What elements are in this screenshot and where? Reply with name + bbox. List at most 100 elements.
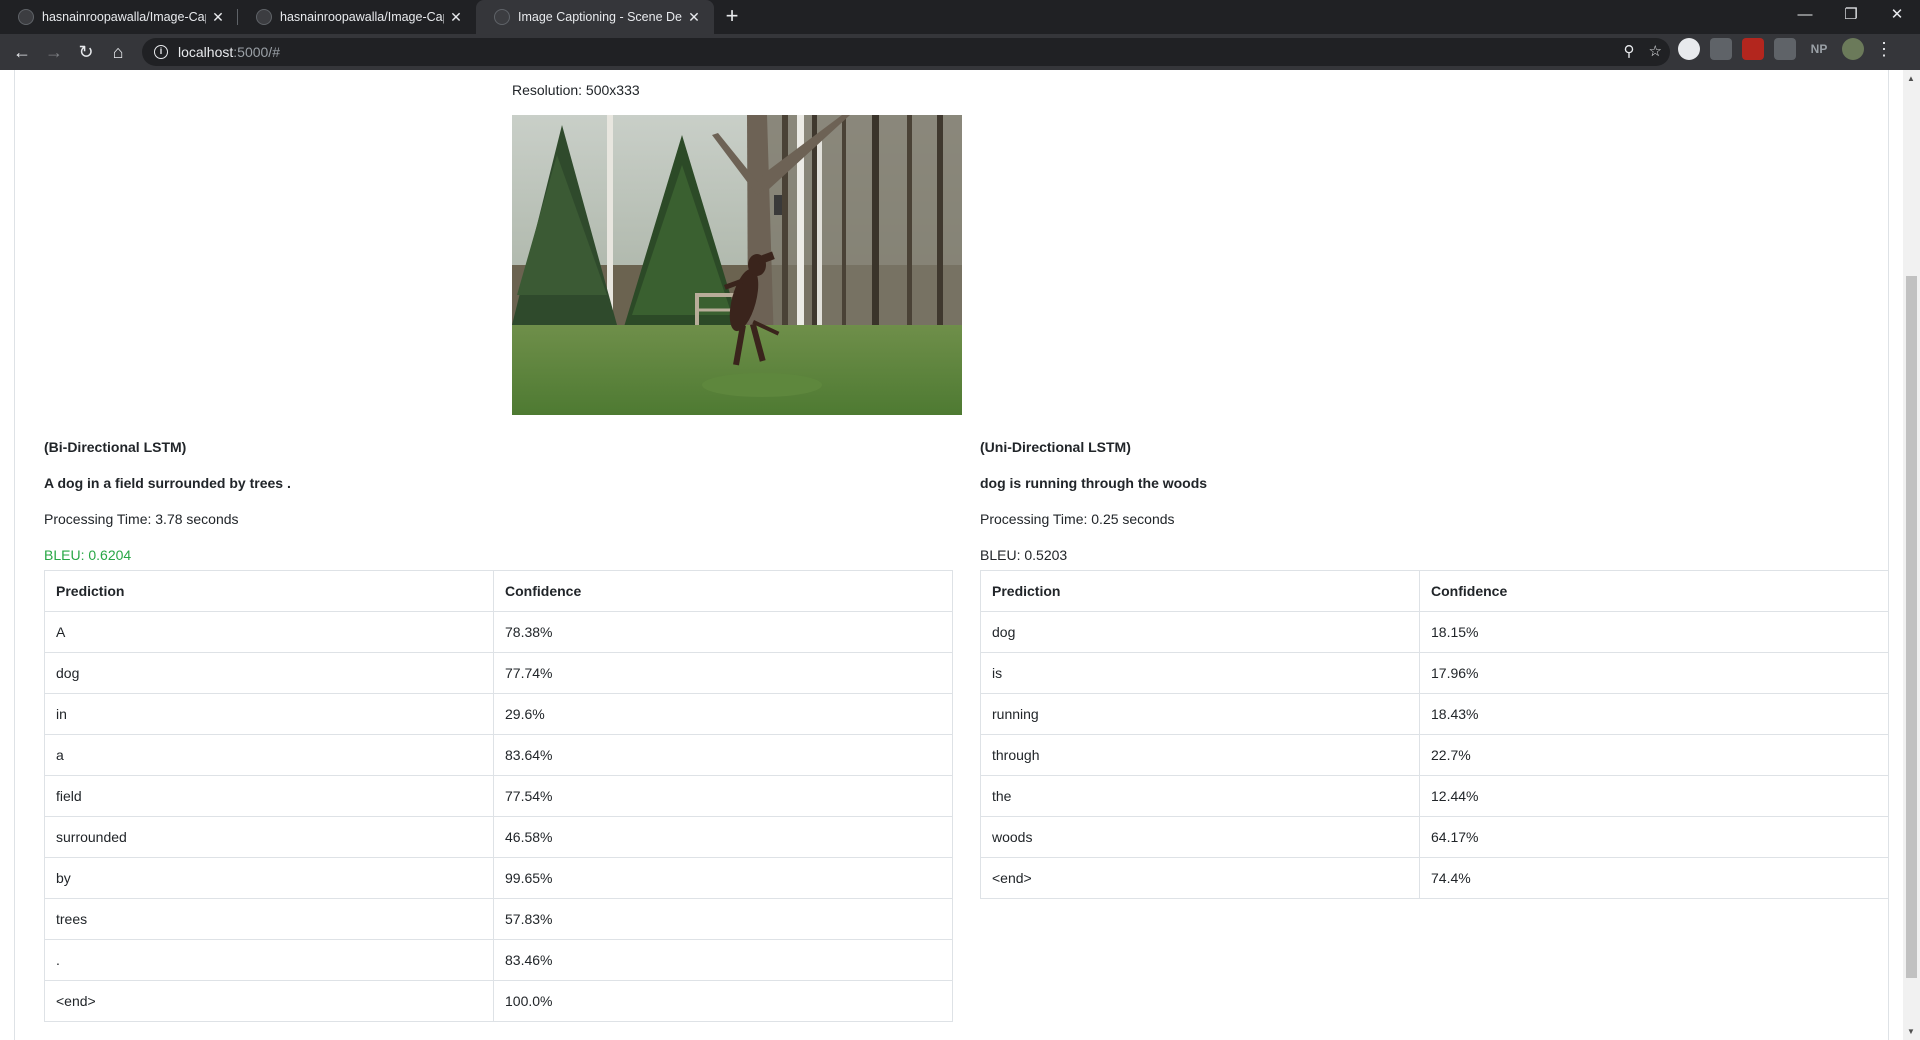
github-icon [256,9,272,25]
prediction-cell: is [980,652,1420,694]
close-icon[interactable]: ✕ [210,9,226,25]
ublock-icon[interactable] [1742,38,1764,60]
tab-title: hasnainroopawalla/Image-Captic [42,10,206,24]
table-header-row: Prediction Confidence [44,570,953,612]
confidence-cell: 78.38% [493,611,953,653]
confidence-cell: 46.58% [493,816,953,858]
browser-toolbar: ← → ↻ ⌂ i localhost:5000/# ⚲ ☆ NP ⋮ [0,34,1920,70]
page-viewport: Resolution: 500x333 (Bi-Directional LSTM… [0,70,1920,1040]
table-row: through 22.7% [980,734,1889,776]
new-tab-button[interactable]: + [714,0,750,34]
scrollbar-thumb[interactable] [1906,276,1917,978]
table-row: A 78.38% [44,611,953,653]
bookmark-star-icon[interactable]: ☆ [1649,42,1662,60]
url-path: :5000/# [233,44,280,60]
profile-avatar[interactable] [1842,38,1864,60]
np-extension-icon[interactable]: NP [1806,38,1832,60]
scroll-down-arrow-icon[interactable]: ▼ [1907,1027,1915,1036]
reload-icon[interactable]: ↻ [70,36,102,68]
confidence-cell: 64.17% [1419,816,1889,858]
confidence-cell: 100.0% [493,980,953,1022]
confidence-cell: 12.44% [1419,775,1889,817]
processing-time: Processing Time: 3.78 seconds [44,511,239,527]
column-header-prediction: Prediction [44,570,494,612]
prediction-cell: . [44,939,494,981]
confidence-cell: 29.6% [493,693,953,735]
tab-title: hasnainroopawalla/Image-Captic [280,10,444,24]
processing-time: Processing Time: 0.25 seconds [980,511,1175,527]
prediction-cell: <end> [980,857,1420,899]
column-header-prediction: Prediction [980,570,1420,612]
table-row: <end> 74.4% [980,857,1889,899]
close-icon[interactable]: ✕ [448,9,464,25]
prediction-cell: woods [980,816,1420,858]
generated-caption: dog is running through the woods [980,475,1208,491]
table-row: dog 18.15% [980,611,1889,653]
model-name: (Bi-Directional LSTM) [44,439,187,455]
model-name: (Uni-Directional LSTM) [980,439,1131,455]
table-row: the 12.44% [980,775,1889,817]
confidence-cell: 18.43% [1419,693,1889,735]
table-row: field 77.54% [44,775,953,817]
table-row: dog 77.74% [44,652,953,694]
browser-tab-3[interactable]: Image Captioning - Scene Descri ✕ [476,0,714,34]
table-row: running 18.43% [980,693,1889,735]
confidence-cell: 77.54% [493,775,953,817]
back-arrow-icon[interactable]: ← [6,36,38,68]
bleu-score: BLEU: 0.5203 [980,547,1068,563]
prediction-cell: the [980,775,1420,817]
page-scrollbar[interactable]: ▲ ▼ [1903,70,1920,1040]
menu-dots-icon[interactable]: ⋮ [1874,39,1894,60]
browser-tab-2[interactable]: hasnainroopawalla/Image-Captic ✕ [238,0,476,34]
uploaded-image [512,115,962,415]
table-row: in 29.6% [44,693,953,735]
prediction-cell: A [44,611,494,653]
prediction-cell: a [44,734,494,776]
confidence-cell: 57.83% [493,898,953,940]
prediction-table: Prediction Confidence dog 18.15% is 17.96%… [980,570,1889,899]
forward-arrow-icon[interactable]: → [38,36,70,68]
bleu-score: BLEU: 0.6204 [44,547,132,563]
confidence-cell: 18.15% [1419,611,1889,653]
prediction-cell: field [44,775,494,817]
dog-jumping-photo [512,115,962,415]
extension-icon[interactable] [1678,38,1700,60]
table-row: trees 57.83% [44,898,953,940]
column-header-confidence: Confidence [493,570,953,612]
prediction-cell: by [44,857,494,899]
zoom-icon[interactable]: ⚲ [1624,42,1635,60]
qr-code-icon[interactable] [1774,38,1796,60]
extension-icon[interactable] [1710,38,1732,60]
restore-icon[interactable]: ❐ [1828,0,1874,30]
image-resolution: Resolution: 500x333 [512,82,640,98]
prediction-cell: through [980,734,1420,776]
uni-lstm-result: (Uni-Directional LSTM) dog is running th… [980,438,1889,899]
prediction-table: Prediction Confidence A 78.38% dog 77.74% … [44,570,953,1022]
address-bar[interactable]: i localhost:5000/# ⚲ ☆ [142,38,1670,66]
close-icon[interactable]: ✕ [686,9,702,25]
page-favicon-icon [494,9,510,25]
github-icon [18,9,34,25]
table-row: a 83.64% [44,734,953,776]
prediction-cell: surrounded [44,816,494,858]
confidence-cell: 22.7% [1419,734,1889,776]
confidence-cell: 74.4% [1419,857,1889,899]
prediction-cell: <end> [44,980,494,1022]
minimize-icon[interactable]: — [1782,0,1828,30]
scroll-up-arrow-icon[interactable]: ▲ [1907,74,1915,83]
table-row: is 17.96% [980,652,1889,694]
url-host: localhost [178,44,234,60]
bi-lstm-result: (Bi-Directional LSTM) A dog in a field s… [44,438,953,1022]
table-header-row: Prediction Confidence [980,570,1889,612]
extensions-area: NP ⋮ [1678,38,1894,60]
info-icon[interactable]: i [154,45,168,59]
close-window-icon[interactable]: ✕ [1874,0,1920,30]
home-icon[interactable]: ⌂ [102,36,134,68]
browser-tab-1[interactable]: hasnainroopawalla/Image-Captic ✕ [0,0,238,34]
confidence-cell: 83.46% [493,939,953,981]
generated-caption: A dog in a field surrounded by trees . [44,475,291,491]
prediction-cell: in [44,693,494,735]
prediction-cell: dog [44,652,494,694]
confidence-cell: 99.65% [493,857,953,899]
table-row: <end> 100.0% [44,980,953,1022]
